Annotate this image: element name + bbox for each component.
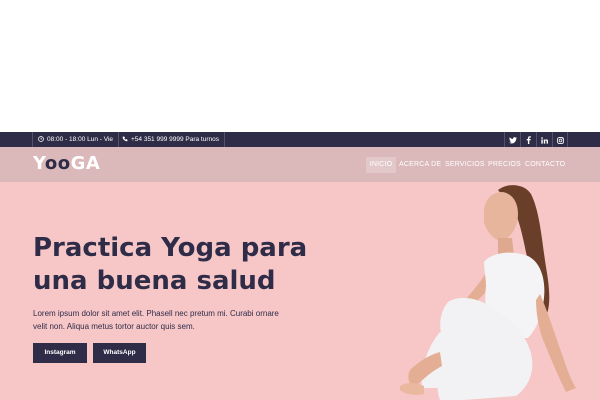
logo-part-oo: oo (44, 153, 71, 174)
clock-icon (38, 135, 44, 144)
business-hours-text: 08:00 - 18:00 Lun - Vie (47, 136, 114, 143)
nav-precios[interactable]: PRECIOS (488, 157, 521, 173)
logo-part-ga: GA (70, 153, 101, 174)
logo-part-y: Y (33, 153, 45, 174)
page: 08:00 - 18:00 Lun - Vie +54 351 999 9999… (0, 0, 600, 400)
nav-servicios[interactable]: SERVICIOS (445, 157, 485, 173)
phone-text: +54 351 999 9999 Para turnos (131, 136, 220, 143)
hero-section: Practica Yoga para una buena salud Lorem… (0, 182, 600, 400)
hero-description: Lorem ipsum dolor sit amet elit. Phasell… (33, 309, 279, 331)
instagram-icon (556, 131, 564, 149)
whatsapp-button[interactable]: WhatsApp (93, 343, 146, 363)
nav-inicio[interactable]: INICIO (366, 157, 396, 173)
instagram-button[interactable]: Instagram (33, 343, 87, 363)
facebook-icon (526, 131, 531, 149)
linkedin-link[interactable] (536, 132, 552, 147)
phone-contact[interactable]: +54 351 999 9999 Para turnos (117, 132, 226, 147)
instagram-link[interactable] (552, 132, 568, 147)
nav-acerca-de[interactable]: ACERCA DE (399, 157, 441, 173)
twitter-link[interactable] (504, 132, 520, 147)
main-navbar: YooGA INICIO ACERCA DE SERVICIOS PRECIOS… (0, 147, 600, 182)
hero-title: Practica Yoga para una buena salud (33, 233, 308, 296)
linkedin-icon (541, 131, 548, 149)
business-hours: 08:00 - 18:00 Lun - Vie (32, 132, 120, 147)
facebook-link[interactable] (520, 132, 536, 147)
top-bar: 08:00 - 18:00 Lun - Vie +54 351 999 9999… (0, 132, 600, 147)
twitter-icon (508, 131, 517, 149)
yoga-woman-image (400, 185, 576, 400)
nav-contacto[interactable]: CONTACTO (525, 157, 565, 173)
site-logo[interactable]: YooGA (33, 153, 100, 174)
phone-icon (122, 136, 128, 144)
